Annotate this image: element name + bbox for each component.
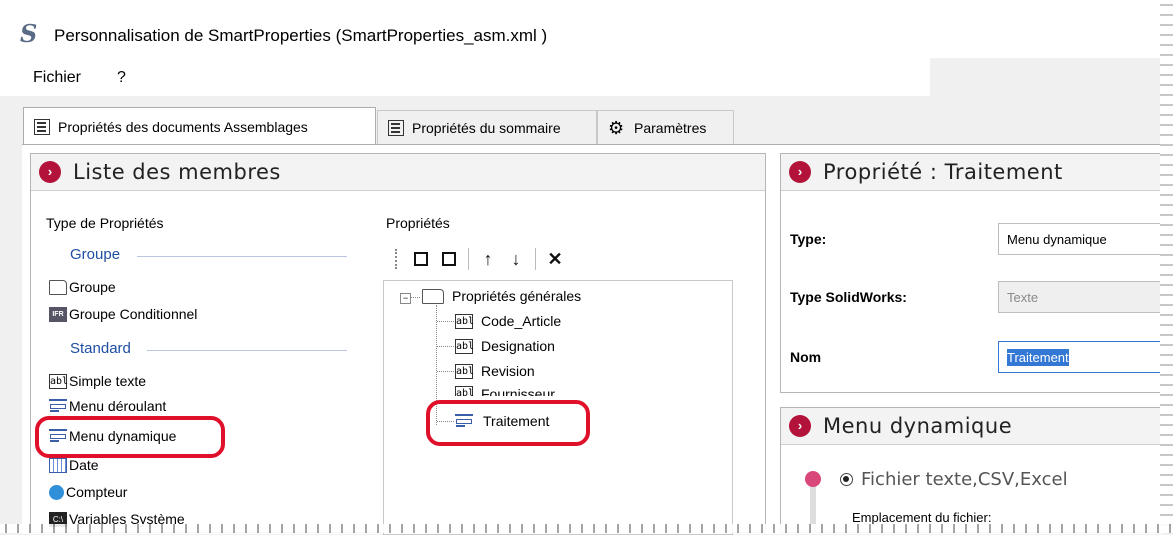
type-item-label: Compteur	[66, 484, 128, 500]
sw-type-select[interactable]: Texte	[998, 281, 1173, 313]
type-item-label: Groupe Conditionnel	[69, 306, 198, 322]
type-item-groupe-conditionnel[interactable]: IFR Groupe Conditionnel	[49, 306, 197, 322]
tree-item-label: Designation	[481, 338, 555, 354]
highlight-annotation	[426, 400, 590, 446]
folder-icon	[49, 279, 67, 295]
property-types-header: Type de Propriétés	[46, 215, 164, 231]
tree-item-revision[interactable]: abl Revision	[455, 363, 535, 379]
properties-header: Propriétés	[386, 215, 450, 231]
group-label-standard: Standard	[70, 340, 131, 357]
torn-edge	[1160, 0, 1173, 533]
group-divider	[137, 256, 347, 257]
smartproperties-logo-icon: S	[20, 19, 38, 48]
type-item-label: Date	[69, 457, 99, 473]
gear-icon: ⚙	[608, 117, 625, 138]
type-label: Type:	[790, 231, 827, 247]
tab-label: Propriétés du sommaire	[412, 119, 561, 136]
type-item-label: Simple texte	[69, 373, 147, 389]
arrow-down-icon: ↓	[511, 248, 521, 269]
window-title: Personnalisation de SmartProperties (Sma…	[54, 26, 548, 45]
text-field-icon: abl	[49, 373, 69, 389]
tree-expander[interactable]: −	[400, 293, 411, 304]
tree-item-label: Revision	[481, 363, 535, 379]
tree-root-proprietes-generales[interactable]: Propriétés générales	[422, 288, 581, 304]
title-bar: S Personnalisation de SmartProperties (S…	[0, 0, 1160, 58]
type-item-date[interactable]: Date	[49, 457, 99, 473]
tree-connector	[437, 321, 454, 322]
counter-icon	[49, 484, 64, 500]
property-panel-title: Propriété : Traitement	[823, 160, 1063, 184]
list-icon	[34, 118, 50, 135]
members-panel-header: › Liste des membres	[31, 154, 765, 191]
type-item-label: Groupe	[69, 279, 116, 295]
close-icon: ✕	[547, 248, 563, 269]
list-icon	[388, 119, 404, 136]
group-divider	[147, 350, 347, 351]
calendar-icon	[49, 457, 67, 473]
collapse-all-button[interactable]: −	[410, 248, 432, 270]
toolbar-grip	[395, 249, 400, 269]
option-label: Fichier texte,CSV,Excel	[861, 469, 1068, 490]
chevron-right-icon: ›	[789, 415, 811, 437]
dropdown-icon	[49, 398, 67, 414]
property-panel-header: › Propriété : Traitement	[781, 154, 1169, 191]
chevron-right-icon: ›	[39, 161, 61, 183]
type-item-groupe[interactable]: Groupe	[49, 279, 116, 295]
conditional-group-icon: IFR	[49, 306, 67, 322]
highlight-annotation	[35, 416, 225, 458]
folder-icon	[422, 288, 444, 304]
move-up-button[interactable]: ↑	[477, 248, 499, 270]
chevron-right-icon: ›	[789, 161, 811, 183]
toolbar-separator	[468, 248, 469, 270]
tree-item-label: Code_Article	[481, 313, 562, 329]
arrow-up-icon: ↑	[483, 248, 493, 269]
menu-bar: Fichier ?	[0, 58, 1160, 96]
name-label: Nom	[790, 349, 822, 365]
tree-item-label: Propriétés générales	[452, 288, 582, 304]
tree-connector	[410, 297, 420, 298]
name-input[interactable]: Traitement	[998, 341, 1173, 373]
expand-all-button[interactable]: +	[438, 248, 460, 270]
file-location-label: Emplacement du fichier:	[852, 510, 992, 525]
tree-item-fournisseur[interactable]: abl Fournisseur	[455, 386, 555, 396]
sw-type-label: Type SolidWorks:	[790, 289, 907, 305]
move-down-button[interactable]: ↓	[505, 248, 527, 270]
tree-item-code-article[interactable]: abl Code_Article	[455, 313, 561, 329]
name-input-value: Traitement	[1007, 348, 1069, 366]
type-item-simple-texte[interactable]: abl Simple texte	[49, 373, 146, 389]
type-item-compteur[interactable]: Compteur	[49, 484, 127, 500]
toolbar-separator	[535, 248, 536, 270]
option-fichier-texte[interactable]: Fichier texte,CSV,Excel	[840, 469, 1068, 490]
text-field-icon: abl	[455, 338, 475, 354]
type-select[interactable]: Menu dynamique	[998, 223, 1173, 255]
type-item-label: Menu déroulant	[69, 398, 167, 414]
radio-button-icon	[840, 473, 853, 486]
dynamic-menu-panel-title: Menu dynamique	[823, 414, 1013, 438]
tab-summary-properties[interactable]: Propriétés du sommaire	[377, 110, 597, 144]
tab-label: Paramètres	[634, 119, 707, 136]
text-field-icon: abl	[455, 313, 475, 329]
tree-item-designation[interactable]: abl Designation	[455, 338, 555, 354]
tree-connector	[437, 371, 454, 372]
text-field-icon: abl	[455, 363, 475, 379]
menu-fichier[interactable]: Fichier	[33, 69, 81, 87]
type-item-menu-deroulant[interactable]: Menu déroulant	[49, 398, 166, 414]
torn-edge	[0, 524, 1173, 533]
properties-toolbar: − + ↑ ↓ ✕	[395, 245, 572, 273]
step-indicator	[805, 471, 821, 487]
tab-bar: Propriétés des documents Assemblages Pro…	[0, 100, 1160, 145]
tab-assembly-properties[interactable]: Propriétés des documents Assemblages	[23, 107, 376, 145]
tab-label: Propriétés des documents Assemblages	[58, 118, 308, 135]
group-label-groupe: Groupe	[70, 246, 121, 263]
tab-parameters[interactable]: ⚙ Paramètres	[597, 110, 734, 144]
members-panel-title: Liste des membres	[73, 160, 281, 184]
menu-help[interactable]: ?	[117, 69, 126, 87]
tree-connector	[437, 346, 454, 347]
text-field-icon: abl	[455, 386, 474, 396]
delete-button[interactable]: ✕	[544, 248, 566, 270]
tree-item-label: Fournisseur	[481, 386, 555, 396]
dynamic-menu-panel-header: › Menu dynamique	[781, 408, 1169, 445]
